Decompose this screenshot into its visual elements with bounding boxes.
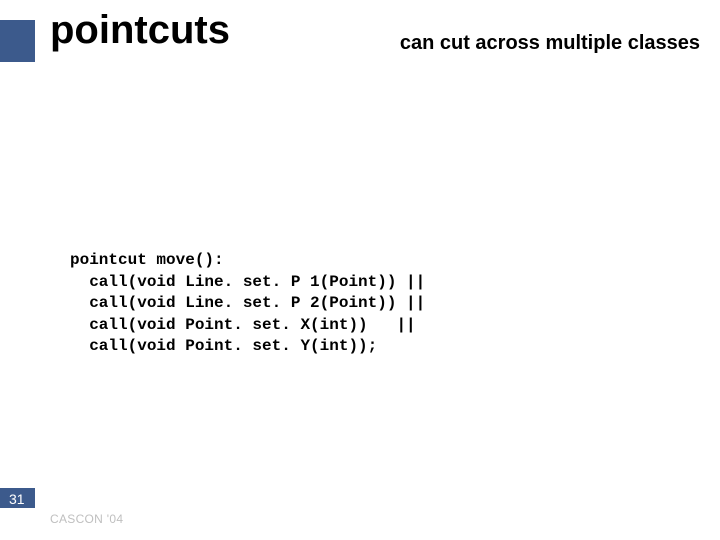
- code-block: pointcut move(): call(void Line. set. P …: [70, 250, 425, 358]
- code-line: call(void Point. set. X(int)) ||: [70, 316, 416, 334]
- slide: pointcuts can cut across multiple classe…: [0, 0, 720, 540]
- code-line: call(void Point. set. Y(int));: [70, 337, 377, 355]
- slide-number: 31: [9, 491, 25, 507]
- code-signature: move():: [147, 251, 224, 269]
- page-subtitle: can cut across multiple classes: [400, 32, 700, 55]
- code-line: call(void Line. set. P 2(Point)) ||: [70, 294, 425, 312]
- code-keyword: pointcut: [70, 251, 147, 269]
- code-line: call(void Line. set. P 1(Point)) ||: [70, 273, 425, 291]
- footer-conference: CASCON '04: [50, 512, 123, 526]
- title-accent-bar: [0, 20, 35, 62]
- page-title: pointcuts: [50, 8, 230, 53]
